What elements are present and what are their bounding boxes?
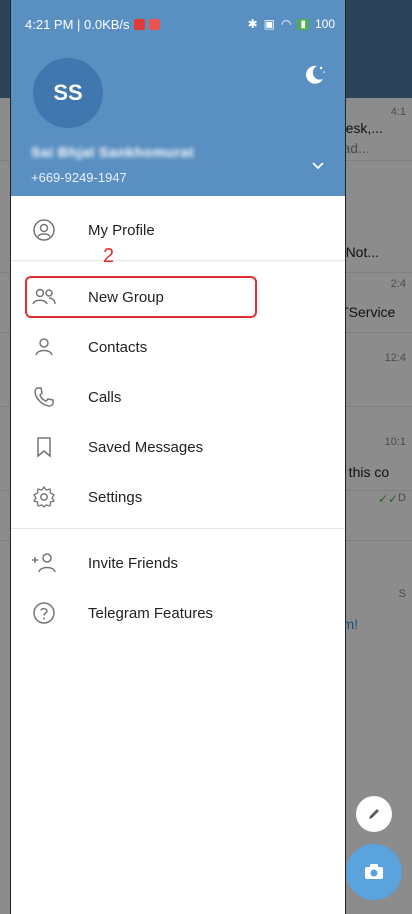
- compose-button[interactable]: [356, 796, 392, 832]
- divider: [11, 528, 345, 529]
- menu-item-label: Settings: [88, 488, 143, 506]
- status-bar: 4:21 PM | 0.0KB/s ✱ ▣ ◠ ▮ 100: [25, 12, 335, 36]
- menu-item-my-profile[interactable]: My Profile: [11, 205, 345, 255]
- night-mode-toggle-icon[interactable]: [301, 62, 327, 88]
- wifi-icon: ◠: [280, 17, 292, 31]
- battery-level: 100: [314, 17, 335, 31]
- battery-icon: ▮: [297, 18, 309, 30]
- recording-icon: [133, 18, 145, 30]
- question-circle-icon: [31, 600, 57, 626]
- menu-item-label: Telegram Features: [88, 604, 214, 622]
- sim-icon: ▣: [263, 17, 275, 31]
- menu-item-label: Saved Messages: [88, 438, 204, 456]
- chevron-down-icon[interactable]: [309, 156, 327, 174]
- menu-item-contacts[interactable]: Contacts: [11, 322, 345, 372]
- menu-item-saved-messages[interactable]: Saved Messages: [11, 422, 345, 472]
- camera-icon: [365, 864, 383, 879]
- gear-icon: [31, 484, 57, 510]
- step-number-annotation: 2: [103, 245, 115, 267]
- menu-item-label: My Profile: [88, 221, 155, 239]
- menu-item-settings[interactable]: Settings: [11, 472, 345, 522]
- menu-item-invite-friends[interactable]: Invite Friends: [11, 538, 345, 588]
- status-time-speed: 4:21 PM | 0.0KB/s: [25, 16, 130, 32]
- divider: [11, 260, 345, 261]
- add-person-icon: [31, 550, 57, 576]
- menu-item-label: Contacts: [88, 338, 148, 356]
- navigation-drawer: 4:21 PM | 0.0KB/s ✱ ▣ ◠ ▮ 100 SS Sai Bhj…: [10, 0, 346, 914]
- menu-item-label: Invite Friends: [88, 554, 179, 572]
- menu-item-label: Calls: [88, 388, 122, 406]
- phone-icon: [31, 384, 57, 410]
- highlight-box-annotation: [25, 276, 257, 318]
- menu-item-calls[interactable]: Calls: [11, 372, 345, 422]
- drawer-header: 4:21 PM | 0.0KB/s ✱ ▣ ◠ ▮ 100 SS Sai Bhj…: [11, 0, 345, 196]
- avatar-initials: SS: [53, 80, 83, 105]
- pencil-icon: [369, 809, 379, 819]
- camera-button[interactable]: [346, 844, 402, 900]
- bookmark-icon: [31, 434, 57, 460]
- user-name: Sai Bhjal Sankhomurat: [31, 144, 194, 160]
- person-icon: [31, 334, 57, 360]
- menu-item-telegram-features[interactable]: Telegram Features: [11, 588, 345, 638]
- bluetooth-icon: ✱: [247, 17, 258, 31]
- person-circle-icon: [31, 217, 57, 243]
- notification-icon: [148, 18, 160, 30]
- avatar[interactable]: SS: [33, 58, 103, 128]
- user-phone: +669-9249-1947: [31, 170, 127, 185]
